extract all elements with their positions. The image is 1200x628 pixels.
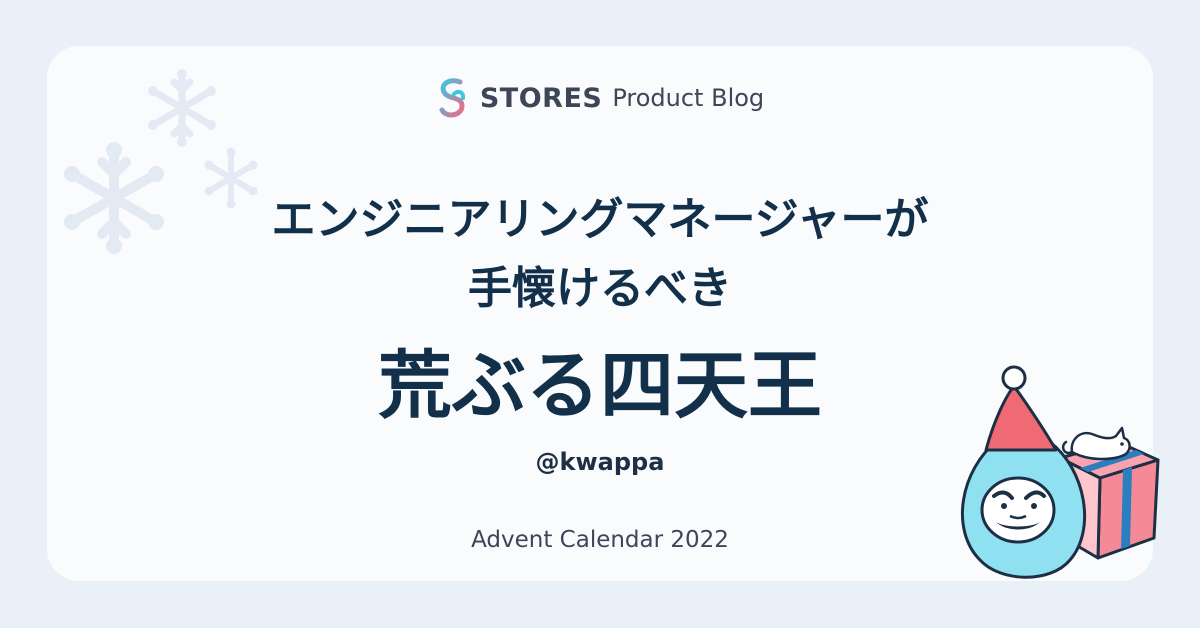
daruma-icon	[960, 438, 1087, 579]
daruma-gift-illustration	[960, 365, 1160, 579]
santa-hat-icon	[984, 365, 1058, 452]
brand-name: STORES	[479, 82, 603, 114]
brand-header: STORES Product Blog	[0, 76, 1200, 120]
stores-logo-icon	[439, 78, 465, 118]
brand-suffix: Product Blog	[612, 84, 765, 112]
title-line-1: エンジニアリングマネージャーが	[271, 194, 929, 245]
title-line-2: 手懐けるべき	[468, 263, 732, 314]
